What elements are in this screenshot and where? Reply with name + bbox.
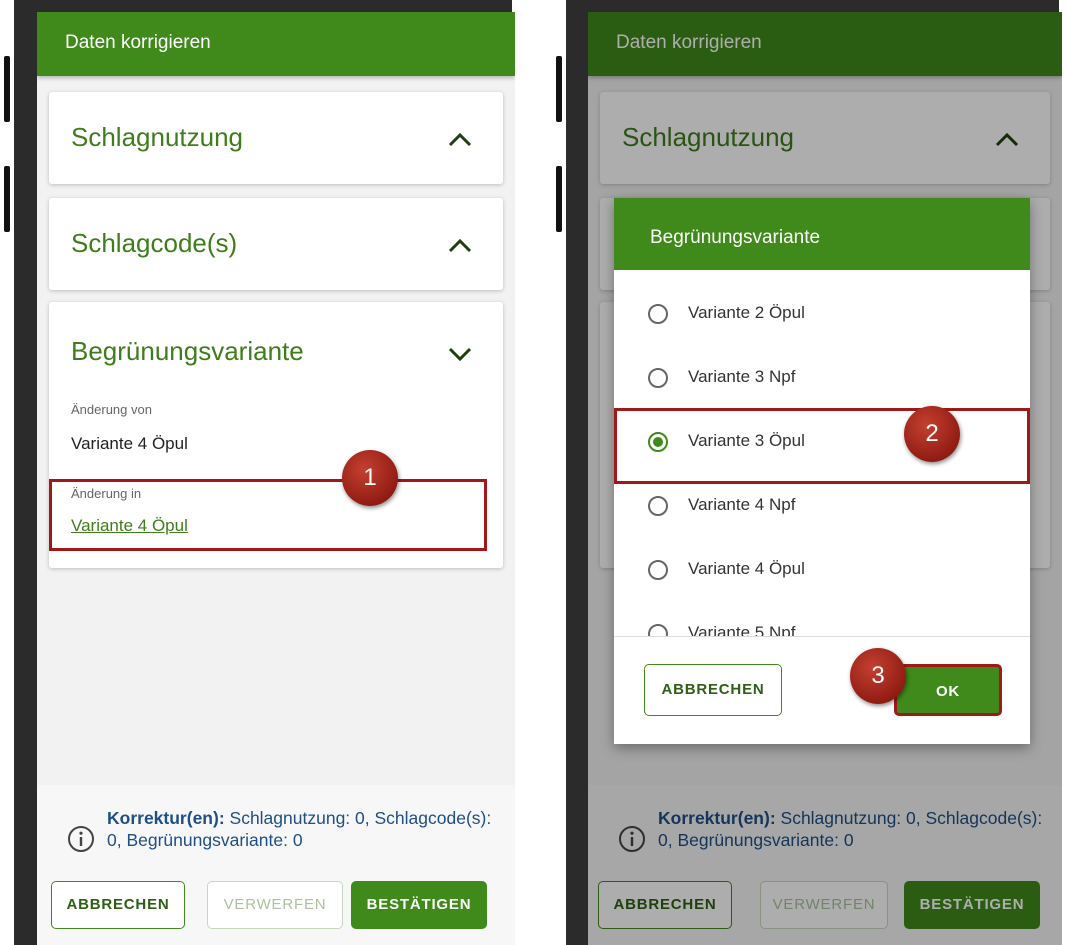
summary-label: Korrektur(en): (107, 808, 225, 828)
radio-icon[interactable] (648, 560, 668, 580)
cancel-button[interactable]: ABBRECHEN (51, 881, 185, 929)
footer: Korrektur(en): Schlagnutzung: 0, Schlagc… (37, 785, 515, 945)
card-title: Schlagnutzung (71, 122, 244, 152)
chevron-down-icon[interactable] (445, 344, 475, 364)
side-button (556, 166, 562, 232)
discard-button[interactable]: VERWERFEN (207, 881, 343, 929)
highlight-box (614, 408, 1030, 484)
dialog-cancel-button[interactable]: ABBRECHEN (644, 664, 782, 716)
option-label: Variante 3 Npf (688, 367, 796, 386)
chevron-up-icon[interactable] (445, 130, 475, 150)
change-from-label: Änderung von (71, 402, 152, 417)
step-badge-1: 1 (342, 450, 398, 506)
radio-icon[interactable] (648, 624, 668, 636)
chevron-up-icon[interactable] (445, 236, 475, 256)
side-button (556, 56, 562, 122)
phone-frame-left: Daten korrigieren Schlagnutzung Schlagco… (4, 0, 515, 945)
option-label: Variante 2 Öpul (688, 303, 805, 322)
dialog-ok-button[interactable]: OK (894, 664, 1002, 716)
divider (614, 636, 1030, 637)
option-label: Variante 4 Npf (688, 495, 796, 514)
option-label: Variante 4 Öpul (688, 559, 805, 578)
highlight-box (49, 479, 487, 551)
step-badge-2: 2 (904, 406, 960, 462)
card-schlagcodes[interactable]: Schlagcode(s) (49, 198, 503, 290)
info-icon (67, 825, 95, 853)
step-badge-3: 3 (850, 648, 906, 704)
card-title: Begrünungsvariante (71, 336, 304, 366)
screen-left: Daten korrigieren Schlagnutzung Schlagco… (37, 12, 515, 945)
card-schlagnutzung[interactable]: Schlagnutzung (49, 92, 503, 184)
option-label: Variante 5 Npf (688, 623, 796, 636)
radio-icon[interactable] (648, 304, 668, 324)
confirm-button[interactable]: BESTÄTIGEN (351, 881, 487, 929)
app-bar-title: Daten korrigieren (37, 12, 515, 76)
card-title: Schlagcode(s) (71, 228, 238, 258)
correction-summary: Korrektur(en): Schlagnutzung: 0, Schlagc… (107, 807, 507, 851)
radio-icon[interactable] (648, 368, 668, 388)
dialog-title: Begrünungsvariante (614, 198, 1030, 270)
side-button (4, 56, 10, 122)
change-from-value: Variante 4 Öpul (71, 434, 188, 453)
side-button (4, 166, 10, 232)
radio-icon[interactable] (648, 496, 668, 516)
